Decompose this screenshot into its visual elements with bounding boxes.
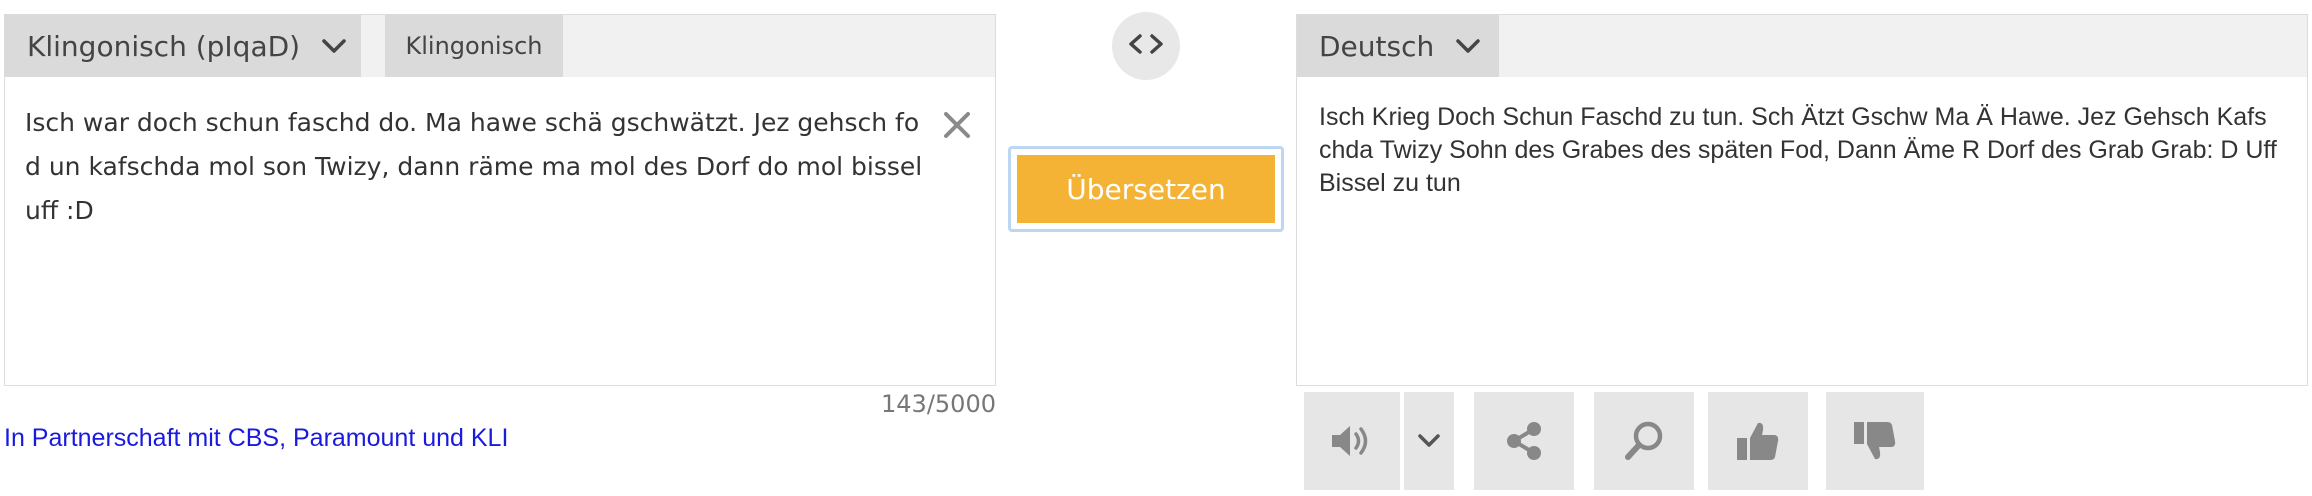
target-panel: Deutsch Isch Krieg Doch Schun Faschd zu … (1296, 14, 2308, 386)
clear-icon[interactable] (941, 109, 973, 141)
source-header: Klingonisch (pIqaD) Klingonisch (5, 15, 995, 77)
thumbs-down-icon (1851, 419, 1899, 463)
source-text-input[interactable]: Isch war doch schun faschd do. Ma hawe s… (25, 101, 925, 233)
detected-language-tab[interactable]: Klingonisch (385, 15, 563, 77)
translation-output: Isch Krieg Doch Schun Faschd zu tun. Sch… (1319, 103, 2277, 197)
listen-button[interactable] (1304, 392, 1400, 490)
swap-icon (1126, 32, 1166, 60)
partnership-link[interactable]: In Partnerschaft mit CBS, Paramount und … (4, 424, 508, 453)
search-icon (1622, 419, 1666, 463)
source-language-select[interactable]: Klingonisch (pIqaD) (5, 15, 361, 77)
swap-languages-button[interactable] (1112, 12, 1180, 80)
translate-button-focus-ring: Übersetzen (1008, 146, 1284, 232)
voice-options-dropdown[interactable] (1404, 392, 1454, 490)
source-panel: Klingonisch (pIqaD) Klingonisch Isch war… (4, 14, 996, 386)
source-language-label: Klingonisch (pIqaD) (27, 29, 301, 63)
speaker-icon (1329, 421, 1375, 461)
thumbs-up-button[interactable] (1708, 392, 1808, 490)
thumbs-up-icon (1734, 419, 1782, 463)
character-count: 143/5000 (881, 390, 996, 418)
share-icon (1504, 420, 1544, 462)
target-header: Deutsch (1297, 15, 2307, 77)
target-language-select[interactable]: Deutsch (1297, 15, 1499, 77)
share-button[interactable] (1474, 392, 1574, 490)
chevron-down-icon (1416, 432, 1442, 450)
translate-button[interactable]: Übersetzen (1017, 155, 1275, 223)
target-language-label: Deutsch (1319, 29, 1435, 63)
chevron-down-icon (320, 36, 348, 56)
search-button[interactable] (1594, 392, 1694, 490)
thumbs-down-button[interactable] (1826, 392, 1924, 490)
chevron-down-icon (1454, 36, 1482, 56)
